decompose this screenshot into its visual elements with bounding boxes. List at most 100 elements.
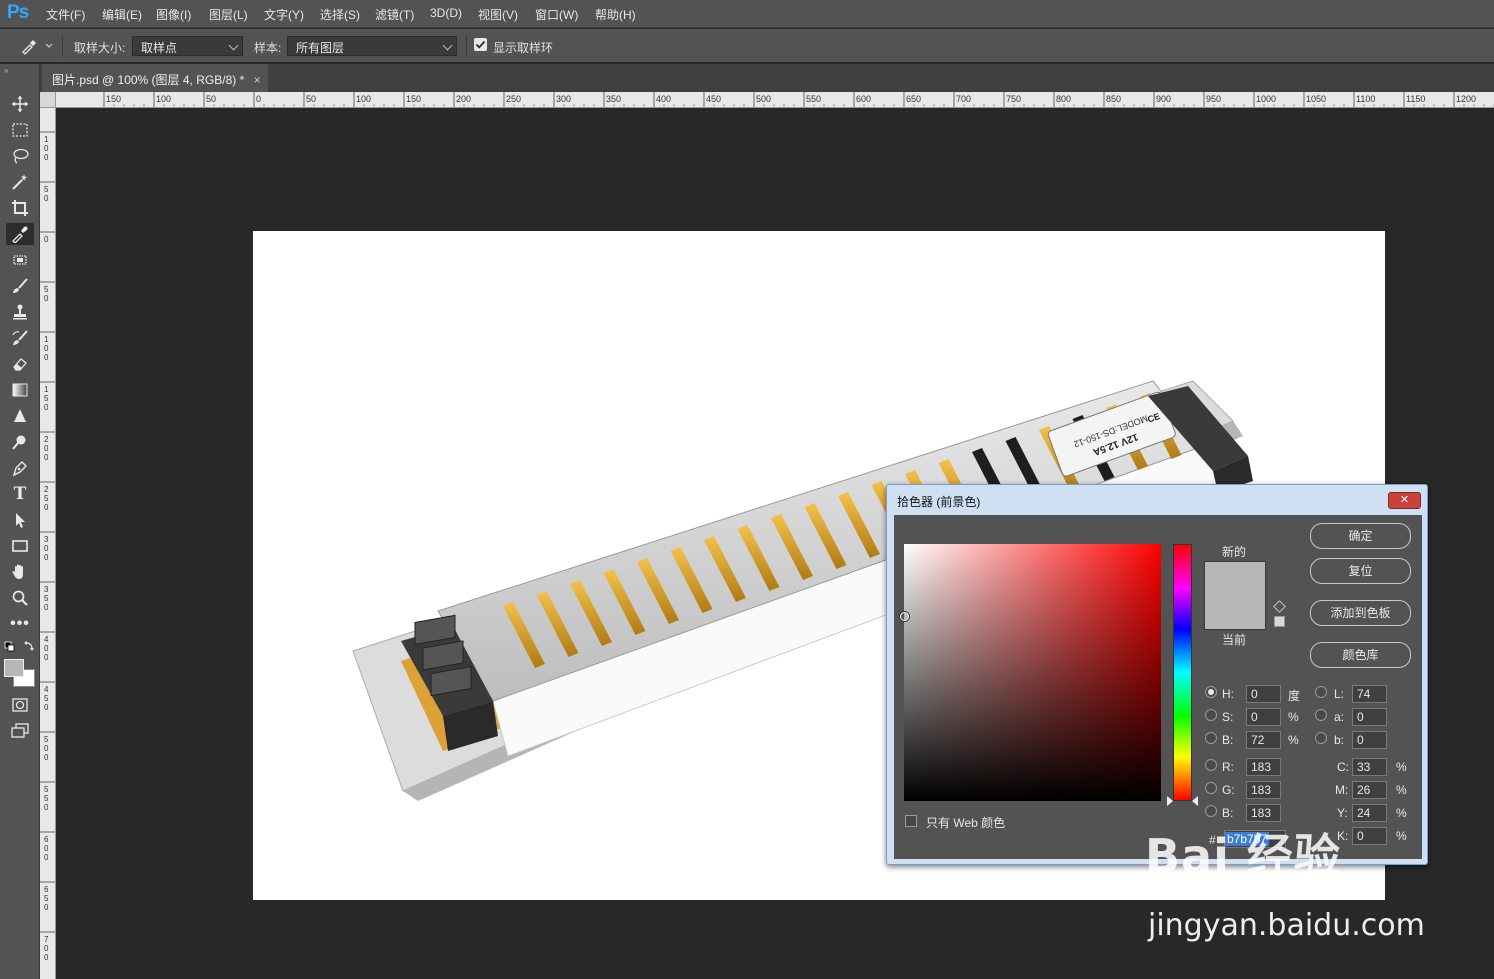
c-input[interactable]: 33 <box>1352 758 1387 776</box>
close-button[interactable]: ✕ <box>1388 492 1421 509</box>
blur-tool-icon[interactable] <box>6 405 34 427</box>
brightness-radio[interactable] <box>1205 732 1217 744</box>
magic-wand-tool-icon[interactable] <box>6 171 34 193</box>
sample-size-select[interactable]: 取样点 <box>132 36 243 56</box>
color-libraries-button[interactable]: 颜色库 <box>1310 642 1411 668</box>
ruler-label: 0 <box>44 444 49 453</box>
move-tool-icon[interactable] <box>6 93 34 115</box>
stamp-tool-icon[interactable] <box>6 301 34 323</box>
add-to-swatches-button[interactable]: 添加到色板 <box>1310 600 1411 626</box>
more-tools-icon[interactable]: ••• <box>6 613 34 635</box>
path-select-tool-icon[interactable] <box>6 509 34 531</box>
out-of-gamut-cube-icon[interactable] <box>1273 600 1286 613</box>
color-preview-swatch[interactable] <box>1204 561 1266 630</box>
lasso-tool-icon[interactable] <box>6 145 34 167</box>
lab-b-radio[interactable] <box>1315 732 1327 744</box>
c-unit: % <box>1396 760 1407 774</box>
ruler-label: 500 <box>756 94 771 104</box>
brightness-input[interactable]: 72 <box>1246 731 1281 749</box>
menu-type[interactable]: 文字(Y) <box>264 6 304 23</box>
brush-tool-icon[interactable] <box>6 275 34 297</box>
y-input[interactable]: 24 <box>1352 804 1387 822</box>
pen-tool-icon[interactable] <box>6 457 34 479</box>
menu-select[interactable]: 选择(S) <box>320 6 360 23</box>
ruler-label: 2 <box>44 435 49 444</box>
default-colors-icon[interactable] <box>4 641 36 653</box>
web-colors-only-label: 只有 Web 颜色 <box>926 816 1006 830</box>
s-radio[interactable] <box>1205 709 1217 721</box>
screen-mode-icon[interactable] <box>6 720 34 742</box>
reset-button[interactable]: 复位 <box>1310 558 1411 584</box>
eyedropper-preset-icon[interactable] <box>20 37 56 55</box>
color-field[interactable] <box>900 544 1161 801</box>
history-brush-tool-icon[interactable] <box>6 327 34 349</box>
s-label: S: <box>1222 710 1234 724</box>
menu-help[interactable]: 帮助(H) <box>595 6 636 23</box>
s-input[interactable]: 0 <box>1246 708 1281 726</box>
eraser-tool-icon[interactable] <box>6 353 34 375</box>
ruler-ticks: 1005005010015020025030035040045050055060… <box>40 131 55 962</box>
ruler-label: 0 <box>44 503 49 512</box>
divider <box>466 35 467 57</box>
m-input[interactable]: 26 <box>1352 781 1387 799</box>
type-tool-icon[interactable]: T <box>6 483 34 505</box>
k-input[interactable]: 0 <box>1352 827 1387 845</box>
ruler-label: 0 <box>44 644 49 653</box>
ruler-label: 0 <box>44 153 49 162</box>
ruler-label: 5 <box>44 285 49 294</box>
menu-layer[interactable]: 图层(L) <box>209 6 248 23</box>
blue-radio[interactable] <box>1205 805 1217 817</box>
menu-image[interactable]: 图像(I) <box>156 6 191 23</box>
gradient-tool-icon[interactable] <box>6 379 34 401</box>
g-input[interactable]: 183 <box>1246 781 1281 799</box>
foreground-color-swatch[interactable] <box>4 659 24 677</box>
ruler-label: 5 <box>44 785 49 794</box>
h-radio[interactable] <box>1205 686 1217 698</box>
ruler-label: 50 <box>206 94 216 104</box>
menu-window[interactable]: 窗口(W) <box>535 6 578 23</box>
ruler-label: 2 <box>44 485 49 494</box>
sample-label: 样本: <box>254 41 282 55</box>
hue-slider-right-arrow[interactable] <box>1192 796 1198 806</box>
color-field-cursor[interactable] <box>900 612 909 621</box>
panel-collapse-icon[interactable]: » <box>4 66 8 75</box>
current-color-label: 当前 <box>1222 633 1247 647</box>
crop-tool-icon[interactable] <box>6 197 34 219</box>
sample-select[interactable]: 所有图层 <box>287 36 457 56</box>
menu-3d[interactable]: 3D(D) <box>430 6 462 20</box>
ruler-label: 0 <box>44 194 49 203</box>
menu-view[interactable]: 视图(V) <box>478 6 518 23</box>
web-colors-only-checkbox[interactable] <box>905 815 917 827</box>
patch-tool-icon[interactable] <box>6 249 34 271</box>
k-unit: % <box>1396 829 1407 843</box>
menu-filter[interactable]: 滤镜(T) <box>375 6 414 23</box>
zoom-tool-icon[interactable] <box>6 587 34 609</box>
rectangle-tool-icon[interactable] <box>6 535 34 557</box>
a-radio[interactable] <box>1315 709 1327 721</box>
ok-button[interactable]: 确定 <box>1310 523 1411 549</box>
r-input[interactable]: 183 <box>1246 758 1281 776</box>
g-radio[interactable] <box>1205 782 1217 794</box>
marquee-tool-icon[interactable] <box>6 119 34 141</box>
ruler-origin[interactable] <box>40 92 56 108</box>
l-input[interactable]: 74 <box>1352 685 1387 703</box>
l-radio[interactable] <box>1315 686 1327 698</box>
hand-tool-icon[interactable] <box>6 561 34 583</box>
menu-edit[interactable]: 编辑(E) <box>102 6 142 23</box>
r-radio[interactable] <box>1205 759 1217 771</box>
quick-mask-icon[interactable] <box>6 694 34 716</box>
document-tab[interactable]: 图片.psd @ 100% (图层 4, RGB/8) * × <box>42 64 268 92</box>
close-icon[interactable]: × <box>254 73 261 87</box>
web-safe-swatch[interactable] <box>1274 616 1285 627</box>
lab-b-input[interactable]: 0 <box>1352 731 1387 749</box>
ruler-label: 5 <box>44 735 49 744</box>
h-input[interactable]: 0 <box>1246 685 1281 703</box>
eyedropper-tool-icon[interactable] <box>6 223 34 245</box>
menu-file[interactable]: 文件(F) <box>46 6 85 23</box>
hue-slider-left-arrow[interactable] <box>1167 796 1173 806</box>
show-ring-checkbox[interactable] <box>474 38 487 51</box>
ruler-label: 0 <box>44 944 49 953</box>
a-input[interactable]: 0 <box>1352 708 1387 726</box>
dodge-tool-icon[interactable] <box>6 431 34 453</box>
hue-slider[interactable] <box>1173 544 1192 801</box>
